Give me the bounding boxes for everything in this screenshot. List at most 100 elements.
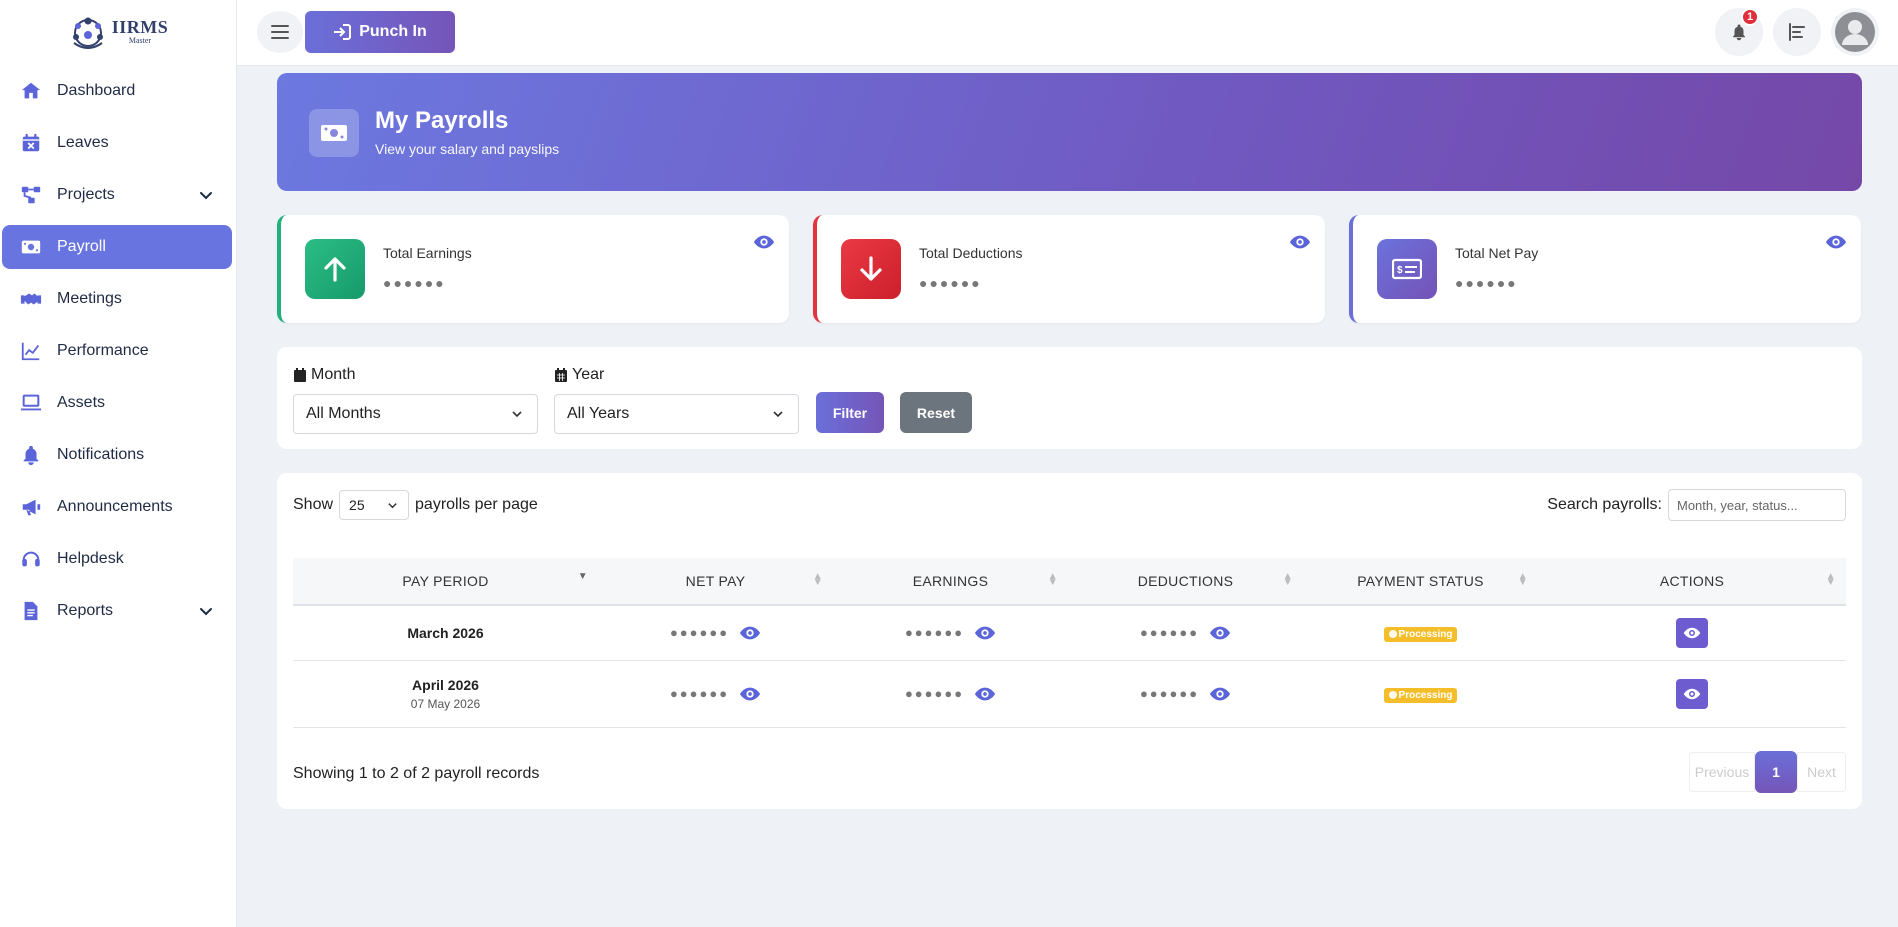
pagination: Previous 1 Next <box>1689 751 1846 793</box>
filter-button[interactable]: Filter <box>816 392 884 433</box>
page-1-button[interactable]: 1 <box>1755 751 1797 793</box>
sign-in-icon <box>334 24 352 40</box>
sidebar-item-helpdesk[interactable]: Helpdesk <box>2 537 232 581</box>
year-select-value: All Years <box>567 405 630 422</box>
chevron-down-icon[interactable] <box>198 603 214 619</box>
show-label: Show <box>293 496 334 513</box>
logo-mark-icon <box>72 17 103 49</box>
table-row: April 2026 07 May 2026 ●●●●●● ●●●●●● ●●●●… <box>293 660 1846 727</box>
actions-cell <box>1538 605 1846 660</box>
page-length-control: Show 25 payrolls per page <box>293 490 538 520</box>
eye-icon[interactable] <box>974 622 996 644</box>
handshake-icon <box>20 288 42 310</box>
month-select-value: All Months <box>306 405 381 422</box>
sidebar-item-performance[interactable]: Performance <box>2 329 232 373</box>
sidebar-item-meetings[interactable]: Meetings <box>2 277 232 321</box>
column-header-net-pay[interactable]: NET PAY ▲ ▼ <box>598 558 833 605</box>
filter-panel: Month All Months Year All Years Filter R… <box>277 347 1862 449</box>
table-summary: Showing 1 to 2 of 2 payroll records <box>293 765 540 782</box>
per-page-select[interactable]: 25 <box>339 490 410 520</box>
hamburger-icon <box>271 25 289 39</box>
pay-period-cell: April 2026 07 May 2026 <box>293 660 598 727</box>
sidebar-item-notifications[interactable]: Notifications <box>2 433 232 477</box>
month-filter-label: Month <box>293 366 355 384</box>
column-header-actions[interactable]: ACTIONS ▲ ▼ <box>1538 558 1846 605</box>
sidebar-item-label: Dashboard <box>57 82 136 99</box>
sidebar-item-label: Projects <box>57 186 115 203</box>
user-avatar-button[interactable] <box>1831 8 1879 56</box>
logo-title: IIRMS <box>111 16 169 37</box>
sort-icon: ▲ ▼ <box>1047 571 1058 588</box>
masked-value: ●●●●●● <box>904 625 965 641</box>
sidebar-item-leaves[interactable]: Leaves <box>2 121 232 165</box>
avatar <box>1835 12 1875 52</box>
sidebar-item-dashboard[interactable]: Dashboard <box>2 69 232 113</box>
deductions-cell: ●●●●●● <box>1068 660 1303 727</box>
previous-page-button[interactable]: Previous <box>1689 752 1755 792</box>
money-bill-icon <box>20 236 42 258</box>
app-logo[interactable]: IIRMS Master <box>0 0 236 62</box>
search-input[interactable] <box>1668 489 1846 521</box>
sort-desc-icon: ▼ <box>577 571 588 582</box>
chevron-down-icon[interactable] <box>198 187 214 203</box>
eye-icon[interactable] <box>1209 622 1231 644</box>
sidebar-item-payroll[interactable]: Payroll <box>2 225 232 269</box>
eye-icon[interactable] <box>1289 231 1311 253</box>
sidebar-item-label: Payroll <box>57 238 106 255</box>
status-badge: Processing <box>1383 687 1458 703</box>
view-payslip-button[interactable] <box>1676 678 1708 709</box>
stat-card-total-net-pay: $ Total Net Pay ●●●●●● <box>1349 215 1861 323</box>
stat-label: Total Deductions <box>919 245 1023 261</box>
page-title: My Payrolls <box>375 107 509 134</box>
status-badge: Processing <box>1383 626 1458 642</box>
sort-icon: ▲ ▼ <box>1517 571 1528 588</box>
eye-icon[interactable] <box>1209 683 1231 705</box>
month-select[interactable]: All Months <box>293 394 538 434</box>
bell-icon <box>20 444 42 466</box>
stat-value-masked: ●●●●●● <box>1455 275 1518 291</box>
reset-button[interactable]: Reset <box>900 392 972 433</box>
per-page-value: 25 <box>349 497 365 513</box>
sidebar: IIRMS Master Dashboard Leaves Projects P… <box>0 0 237 927</box>
arrow-up-icon <box>305 239 365 299</box>
next-page-button[interactable]: Next <box>1797 752 1846 792</box>
money-check-icon: $ <box>1377 239 1437 299</box>
eye-icon[interactable] <box>1825 231 1847 253</box>
year-label-text: Year <box>572 366 605 383</box>
notifications-button[interactable]: 1 <box>1715 8 1763 56</box>
masked-value: ●●●●●● <box>1139 686 1200 701</box>
earnings-cell: ●●●●●● <box>833 605 1068 660</box>
eye-icon[interactable] <box>753 231 775 253</box>
column-header-payment-status[interactable]: PAYMENT STATUS ▲ ▼ <box>1303 558 1538 605</box>
money-bill-icon <box>309 109 359 157</box>
clock-icon <box>1388 690 1397 699</box>
sidebar-item-label: Assets <box>57 394 106 411</box>
sort-icon: ▲ ▼ <box>812 571 823 588</box>
page-subtitle: View your salary and payslips <box>375 141 560 157</box>
month-label-text: Month <box>311 366 356 383</box>
column-header-deductions[interactable]: DEDUCTIONS ▲ ▼ <box>1068 558 1303 605</box>
masked-value: ●●●●●● <box>904 686 965 701</box>
punch-in-button[interactable]: Punch In <box>305 11 455 53</box>
pay-period: March 2026 <box>407 624 484 641</box>
column-header-earnings[interactable]: EARNINGS ▲ ▼ <box>833 558 1068 605</box>
align-left-icon <box>1789 23 1805 41</box>
chevron-down-icon <box>512 411 522 418</box>
table-header-row: PAY PERIOD ▼ NET PAY ▲ ▼ EARNINGS ▲ ▼ DEDUCTI… <box>293 558 1846 605</box>
activity-log-button[interactable] <box>1773 8 1821 56</box>
stat-label: Total Net Pay <box>1455 245 1539 261</box>
sidebar-item-announcements[interactable]: Announcements <box>2 485 232 529</box>
eye-icon[interactable] <box>974 683 996 705</box>
stat-value-masked: ●●●●●● <box>919 275 982 291</box>
eye-icon[interactable] <box>739 683 761 705</box>
year-select[interactable]: All Years <box>554 394 799 434</box>
actions-cell <box>1538 660 1846 727</box>
sidebar-item-reports[interactable]: Reports <box>2 589 232 633</box>
view-payslip-button[interactable] <box>1676 617 1708 648</box>
sidebar-item-assets[interactable]: Assets <box>2 381 232 425</box>
column-header-pay-period[interactable]: PAY PERIOD ▼ <box>293 558 598 605</box>
sidebar-item-projects[interactable]: Projects <box>2 173 232 217</box>
hamburger-menu-button[interactable] <box>257 11 303 53</box>
eye-icon[interactable] <box>739 622 761 644</box>
deductions-cell: ●●●●●● <box>1068 605 1303 660</box>
